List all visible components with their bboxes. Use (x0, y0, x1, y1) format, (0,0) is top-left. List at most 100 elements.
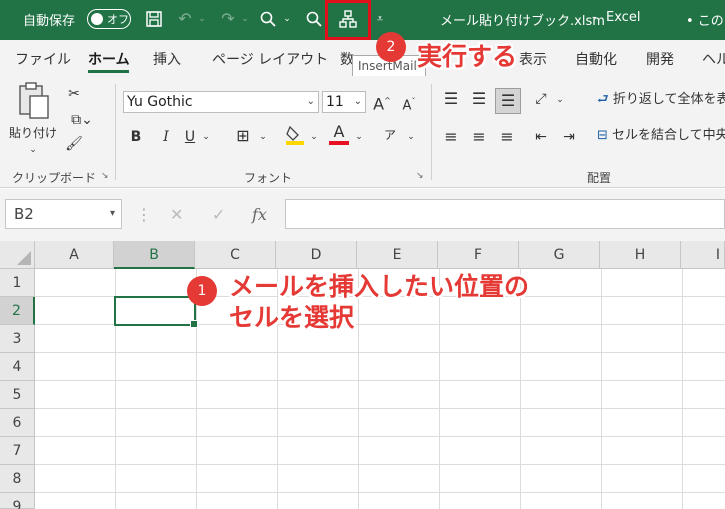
font-color-icon[interactable]: A (327, 123, 351, 145)
row-header-6[interactable]: 6 (0, 409, 35, 437)
column-header-i[interactable]: I (681, 241, 725, 269)
tab-insert[interactable]: 挿入 (153, 49, 181, 69)
font-name-select[interactable]: Yu Gothic ⌄ (123, 91, 319, 113)
phonetic-glyph: ア (383, 128, 396, 142)
align-bottom-icon[interactable]: ☰ (495, 88, 521, 114)
active-cell-b2[interactable] (114, 296, 198, 328)
paste-dropdown-icon: ⌄ (29, 145, 37, 155)
row-header-2[interactable]: 2 (0, 297, 35, 325)
insert-function-icon[interactable]: fx (252, 205, 267, 224)
italic-button[interactable]: I (157, 127, 175, 147)
grow-font-button[interactable]: A^ (371, 91, 393, 114)
save-icon[interactable] (143, 8, 165, 30)
column-header-b[interactable]: B (114, 241, 195, 269)
search-dropdown-icon[interactable]: ⌄ (281, 8, 293, 30)
align-middle-icon[interactable]: ☰ (468, 89, 490, 109)
decrease-indent-icon[interactable]: ⇤ (530, 127, 552, 147)
orientation-icon[interactable]: ⤢ (530, 89, 552, 109)
row-header-4[interactable]: 4 (0, 353, 35, 381)
increase-indent-icon[interactable]: ⇥ (558, 127, 580, 147)
step-1-callout-line-2: セルを選択 (229, 303, 355, 332)
merge-center-button[interactable]: ⊟ セルを結合して中央 (597, 126, 725, 146)
divider (115, 84, 116, 180)
tab-developer[interactable]: 開発 (646, 49, 674, 69)
paste-button[interactable]: 貼り付け ⌄ (8, 82, 58, 162)
font-color-swatch (329, 141, 349, 145)
wrap-text-button[interactable]: ⮐ 折り返して全体を表 (597, 90, 725, 110)
row-header-1[interactable]: 1 (0, 269, 35, 297)
paste-icon (19, 82, 49, 119)
chevron-down-icon: ⌄ (306, 96, 315, 107)
phonetic-guide-button[interactable]: ア (379, 125, 401, 145)
toggle-knob (91, 13, 103, 25)
search-icon[interactable] (257, 8, 279, 30)
step-2-callout: 実行する (417, 42, 518, 71)
align-left-icon[interactable]: ≡ (440, 127, 462, 147)
phonetic-dropdown-icon[interactable]: ⌄ (404, 127, 418, 147)
underline-dropdown-icon[interactable]: ⌄ (199, 127, 213, 147)
column-header-a[interactable]: A (35, 241, 114, 269)
qat-customize-icon[interactable]: ⩡ (373, 8, 387, 30)
column-header-e[interactable]: E (357, 241, 438, 269)
divider (431, 84, 432, 180)
tab-page-layout[interactable]: ページ レイアウト (212, 49, 328, 69)
redo-dropdown-icon[interactable]: ⌄ (239, 8, 251, 30)
paste-label: 貼り付け (8, 126, 57, 140)
column-header-h[interactable]: H (600, 241, 681, 269)
app-name: Excel (606, 10, 641, 25)
borders-dropdown-icon[interactable]: ⌄ (256, 127, 270, 147)
undo-dropdown-icon[interactable]: ⌄ (196, 8, 208, 30)
align-top-icon[interactable]: ☰ (440, 89, 462, 109)
formula-input[interactable] (285, 199, 725, 229)
enter-icon[interactable]: ✓ (212, 205, 225, 224)
row-header-8[interactable]: 8 (0, 465, 35, 493)
account-area[interactable]: • この (686, 10, 724, 29)
name-box-value: B2 (14, 205, 34, 223)
fill-color-icon[interactable] (284, 124, 306, 152)
tab-automate[interactable]: 自動化 (575, 49, 617, 69)
file-name: メール貼り付けブック.xlsm (440, 14, 605, 29)
step-1-callout-line-1: メールを挿入したい位置の (229, 272, 530, 301)
row-header-9[interactable]: 9 (0, 493, 35, 509)
step-1-badge: 1 (187, 276, 217, 306)
shrink-font-button[interactable]: Aˇ (398, 92, 420, 116)
wrap-text-label: 折り返して全体を表 (612, 92, 725, 107)
step-2-badge: 2 (376, 32, 406, 62)
formula-bar: B2 ▾ ⋮ ✕ ✓ fx (0, 189, 725, 241)
align-right-icon[interactable]: ≡ (496, 127, 518, 147)
search-icon-2[interactable] (303, 8, 325, 30)
column-header-d[interactable]: D (276, 241, 357, 269)
font-size-select[interactable]: 11 ⌄ (322, 91, 366, 113)
ribbon: 貼り付け ⌄ ✂ ⧉⌄ 🖌 クリップボード ↘ Yu Gothic ⌄ 11 ⌄… (0, 76, 725, 188)
macro-button-highlight (325, 0, 371, 40)
column-header-c[interactable]: C (195, 241, 276, 269)
cut-icon[interactable]: ✂ (64, 84, 84, 104)
autosave-toggle[interactable]: オフ (87, 9, 131, 29)
font-color-dropdown-icon[interactable]: ⌄ (352, 127, 366, 147)
column-header-g[interactable]: G (519, 241, 600, 269)
tab-file[interactable]: ファイル (15, 49, 71, 69)
borders-icon[interactable]: ⊞ (231, 126, 255, 146)
row-header-7[interactable]: 7 (0, 437, 35, 465)
align-center-icon[interactable]: ≡ (468, 127, 490, 147)
row-header-5[interactable]: 5 (0, 381, 35, 409)
undo-icon[interactable]: ↶ (174, 8, 196, 30)
fill-color-dropdown-icon[interactable]: ⌄ (307, 127, 321, 147)
cancel-icon[interactable]: ✕ (170, 205, 183, 224)
tab-help[interactable]: ヘル (702, 49, 725, 69)
format-painter-icon[interactable]: 🖌 (64, 134, 84, 154)
bold-button[interactable]: B (127, 127, 145, 147)
clipboard-launcher-icon[interactable]: ↘ (101, 171, 109, 181)
column-header-f[interactable]: F (438, 241, 519, 269)
tab-view[interactable]: 表示 (519, 49, 547, 69)
font-launcher-icon[interactable]: ↘ (416, 171, 424, 181)
tab-home[interactable]: ホーム (88, 49, 130, 69)
select-all-button[interactable] (0, 241, 35, 269)
copy-icon[interactable]: ⧉⌄ (64, 110, 100, 130)
redo-icon[interactable]: ↷ (217, 8, 239, 30)
row-header-3[interactable]: 3 (0, 325, 35, 353)
orientation-dropdown-icon[interactable]: ⌄ (553, 90, 567, 110)
underline-button[interactable]: U (181, 127, 199, 147)
wrap-text-icon: ⮐ (597, 92, 609, 107)
name-box[interactable]: B2 ▾ (5, 199, 122, 229)
